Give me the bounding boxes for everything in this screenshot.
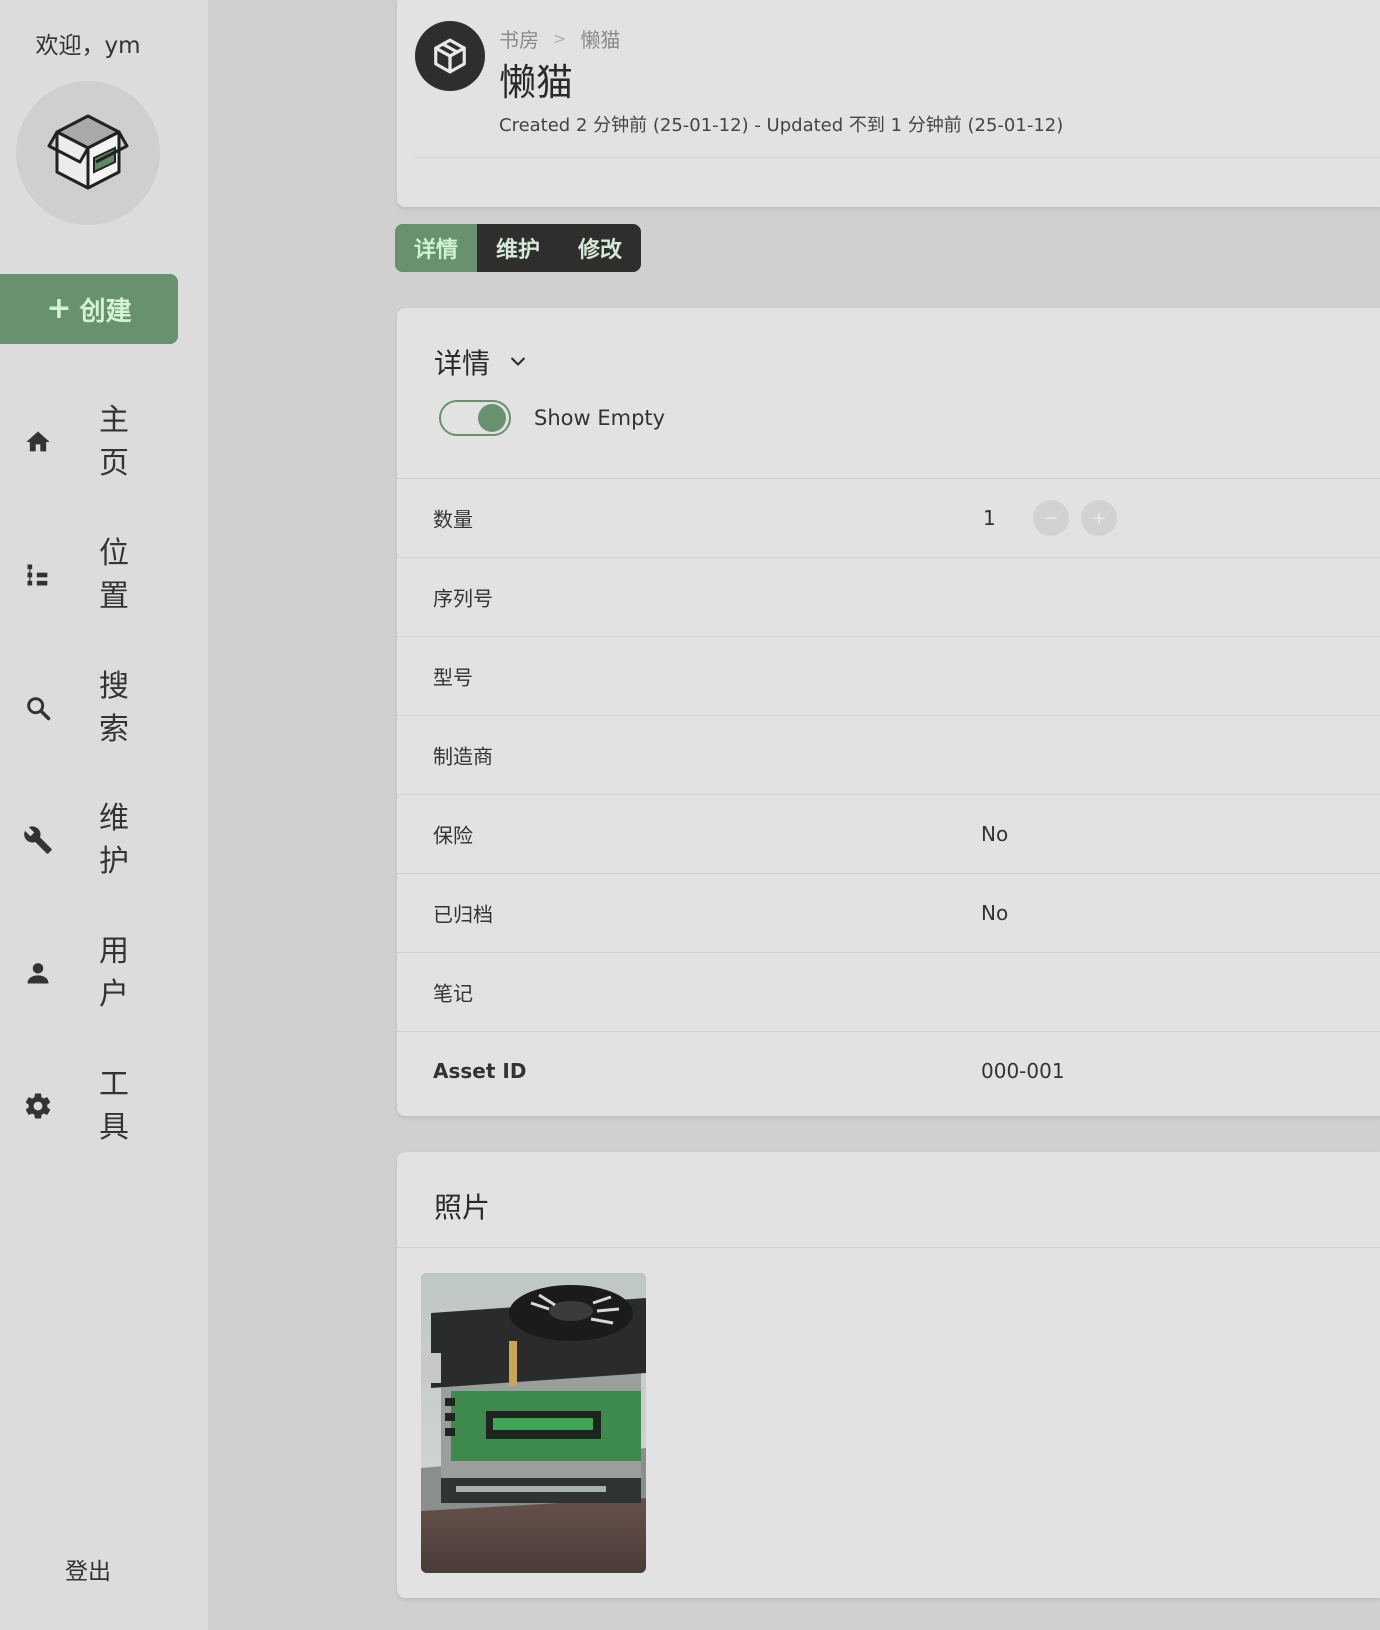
breadcrumb-location-link[interactable]: 书房 bbox=[499, 24, 539, 53]
person-icon bbox=[22, 957, 54, 989]
quantity-value: 1 bbox=[983, 506, 996, 530]
divider bbox=[415, 157, 1380, 158]
item-avatar bbox=[415, 21, 485, 91]
decrement-button[interactable]: − bbox=[1033, 500, 1069, 536]
detail-row-asset-id: Asset ID 000-001 bbox=[397, 1031, 1380, 1110]
hardware-photo-image bbox=[421, 1273, 646, 1573]
detail-row-insured: 保险 No bbox=[397, 794, 1380, 873]
nav-item-locations[interactable]: 位置 bbox=[0, 525, 178, 625]
detail-key: 制造商 bbox=[433, 744, 493, 769]
tab-maintenance[interactable]: 维护 bbox=[477, 224, 559, 272]
item-photo[interactable] bbox=[421, 1273, 646, 1573]
detail-key: 序列号 bbox=[433, 586, 493, 611]
nav-label-tools: 工具 bbox=[99, 1067, 129, 1145]
show-empty-toggle[interactable] bbox=[439, 400, 511, 436]
details-title: 详情 bbox=[434, 347, 491, 380]
plus-icon: + bbox=[46, 291, 72, 326]
tab-details[interactable]: 详情 bbox=[395, 224, 478, 272]
item-timestamps: Created 2 分钟前 (25-01-12) - Updated 不到 1 … bbox=[499, 115, 1064, 136]
nav-item-search[interactable]: 搜索 bbox=[0, 658, 178, 758]
increment-button[interactable]: + bbox=[1081, 500, 1117, 536]
sidebar: 欢迎，ym + 创建 主页 位置 搜索 维护 用户 工具 登出 bbox=[0, 0, 208, 1630]
detail-value: 000-001 bbox=[981, 1059, 1065, 1083]
nav-label-locations: 位置 bbox=[99, 536, 129, 614]
home-icon bbox=[22, 426, 54, 458]
breadcrumb: 书房 > 懒猫 bbox=[499, 24, 620, 53]
nav-item-maintenance[interactable]: 维护 bbox=[0, 790, 178, 890]
details-section-toggle[interactable]: 详情 bbox=[434, 342, 528, 382]
cube-icon bbox=[434, 38, 466, 74]
tab-edit[interactable]: 修改 bbox=[559, 224, 641, 272]
detail-row-quantity: 数量 1 − + bbox=[397, 478, 1380, 557]
detail-row-notes: 笔记 bbox=[397, 952, 1380, 1031]
detail-row-model: 型号 bbox=[397, 636, 1380, 715]
detail-key: Asset ID bbox=[433, 1059, 527, 1083]
detail-row-manufacturer: 制造商 bbox=[397, 715, 1380, 794]
show-empty-label: Show Empty bbox=[534, 406, 666, 430]
nav-label-search: 搜索 bbox=[99, 669, 129, 747]
nav-label-users: 用户 bbox=[99, 934, 129, 1012]
detail-key: 笔记 bbox=[433, 981, 473, 1006]
create-button-label: 创建 bbox=[79, 296, 132, 327]
detail-key: 已归档 bbox=[433, 902, 493, 927]
logout-link[interactable]: 登出 bbox=[0, 1552, 176, 1586]
search-icon bbox=[22, 692, 54, 724]
details-card: 详情 Show Empty 数量 1 − + 序列号 型号 制造商 保险 No … bbox=[397, 308, 1380, 1116]
welcome-text: 欢迎，ym bbox=[35, 33, 141, 59]
chevron-down-icon bbox=[511, 357, 525, 366]
gear-icon bbox=[22, 1090, 54, 1122]
detail-value: No bbox=[981, 901, 1009, 925]
detail-row-archived: 已归档 No bbox=[397, 873, 1380, 952]
item-header-card: 书房 > 懒猫 懒猫 Created 2 分钟前 (25-01-12) - Up… bbox=[397, 0, 1380, 207]
breadcrumb-item-current: 懒猫 bbox=[580, 28, 621, 52]
detail-key: 数量 bbox=[433, 507, 473, 532]
detail-row-serial: 序列号 bbox=[397, 557, 1380, 636]
photos-card: 照片 bbox=[397, 1152, 1380, 1598]
photos-title: 照片 bbox=[434, 1191, 491, 1224]
box-logo-icon bbox=[47, 114, 129, 190]
create-button[interactable]: + 创建 bbox=[0, 274, 178, 344]
quantity-stepper: 1 − + bbox=[981, 500, 1117, 536]
item-tabs: 详情 维护 修改 bbox=[395, 224, 642, 272]
page-title: 懒猫 bbox=[499, 61, 573, 104]
detail-value: No bbox=[981, 822, 1009, 846]
wrench-icon bbox=[22, 824, 54, 856]
tree-icon bbox=[22, 559, 54, 591]
nav-label-maintenance: 维护 bbox=[99, 801, 129, 879]
nav-item-home[interactable]: 主页 bbox=[0, 392, 178, 492]
detail-key: 保险 bbox=[433, 823, 473, 848]
divider bbox=[397, 1247, 1380, 1248]
app-logo[interactable] bbox=[16, 81, 160, 225]
nav-item-users[interactable]: 用户 bbox=[0, 923, 178, 1023]
detail-key: 型号 bbox=[433, 665, 473, 690]
nav-item-tools[interactable]: 工具 bbox=[0, 1056, 178, 1156]
toggle-knob bbox=[478, 404, 506, 432]
chevron-right-icon: > bbox=[553, 29, 567, 48]
nav-label-home: 主页 bbox=[99, 403, 129, 481]
